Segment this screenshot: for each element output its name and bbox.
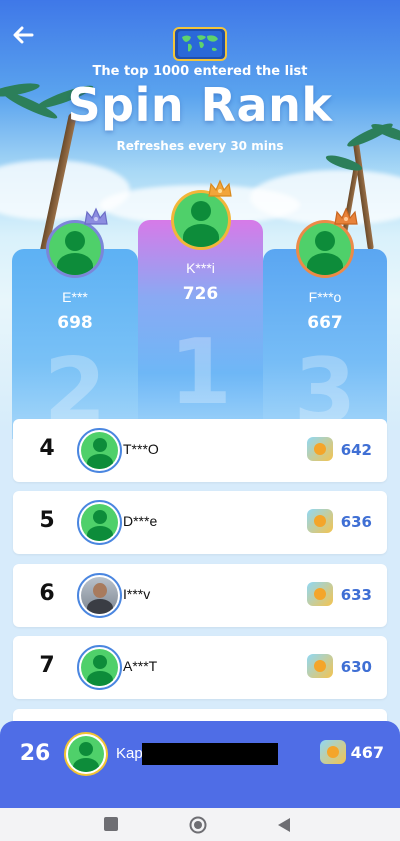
redaction-bar xyxy=(142,743,278,765)
recents-button[interactable] xyxy=(103,816,121,834)
avatar[interactable] xyxy=(64,732,108,776)
player-score: 633 xyxy=(340,586,372,604)
list-item[interactable]: 7 A***T 630 xyxy=(13,636,387,699)
player-name: A***T xyxy=(123,658,158,674)
default-avatar-icon xyxy=(49,223,101,275)
list-item[interactable]: 4 T***O 642 xyxy=(13,419,387,482)
avatar[interactable] xyxy=(77,573,122,618)
world-map-badge xyxy=(173,27,227,61)
player-score: 636 xyxy=(340,513,372,531)
my-name: Kap xyxy=(116,745,143,762)
podium-first[interactable]: K***i 726 1 xyxy=(138,220,263,439)
circle-icon xyxy=(189,816,207,834)
coin-chest-icon xyxy=(307,654,333,678)
coin-chest-icon xyxy=(320,740,346,764)
list-subtitle: The top 1000 entered the list xyxy=(92,64,308,79)
podium-score: 698 xyxy=(57,313,93,333)
default-avatar-icon xyxy=(81,504,118,541)
triangle-back-icon xyxy=(278,818,290,832)
world-map-icon xyxy=(178,31,222,57)
avatar[interactable] xyxy=(296,220,354,278)
default-avatar-icon xyxy=(81,649,118,686)
my-rank-number: 26 xyxy=(19,741,51,766)
player-name: I***v xyxy=(123,586,151,602)
back-nav-button[interactable] xyxy=(276,816,294,834)
rank-number: 6 xyxy=(39,581,55,606)
avatar[interactable] xyxy=(77,428,122,473)
my-rank-bar[interactable]: 26 Kap 467 xyxy=(0,721,400,808)
page-title: Spin Rank xyxy=(67,78,333,132)
coin-chest-icon xyxy=(307,437,333,461)
list-item[interactable]: 6 I***v 633 xyxy=(13,564,387,627)
list-item[interactable]: 5 D***e 636 xyxy=(13,491,387,554)
coin-chest-icon xyxy=(307,509,333,533)
podium-score: 667 xyxy=(307,313,343,333)
rank-number: 4 xyxy=(39,436,55,461)
player-name: D***e xyxy=(123,513,158,529)
default-avatar-icon xyxy=(174,193,228,247)
avatar[interactable] xyxy=(46,220,104,278)
coin-chest-icon xyxy=(307,582,333,606)
default-avatar-icon xyxy=(81,432,118,469)
default-avatar-icon xyxy=(68,736,104,772)
system-nav-bar xyxy=(0,808,400,841)
crown-icon xyxy=(208,179,232,197)
rank-number: 5 xyxy=(39,508,55,533)
crown-icon xyxy=(84,207,108,225)
podium-name: F***o xyxy=(308,289,342,305)
podium-name: E*** xyxy=(62,289,88,305)
rank-number: 7 xyxy=(39,653,55,678)
square-icon xyxy=(104,817,118,831)
podium-name: K***i xyxy=(186,260,215,276)
crown-icon xyxy=(334,207,358,225)
home-button[interactable] xyxy=(189,816,207,834)
default-avatar-icon xyxy=(299,223,351,275)
photo-avatar xyxy=(81,577,118,614)
podium-score: 726 xyxy=(182,284,219,304)
back-arrow-icon xyxy=(13,26,34,44)
my-score: 467 xyxy=(350,743,384,762)
player-name: T***O xyxy=(123,441,159,457)
avatar[interactable] xyxy=(77,645,122,690)
avatar[interactable] xyxy=(77,500,122,545)
player-score: 642 xyxy=(340,441,372,459)
podium-rank-digit: 1 xyxy=(169,320,232,425)
refresh-note: Refreshes every 30 mins xyxy=(116,139,284,153)
player-score: 630 xyxy=(340,658,372,676)
back-button[interactable] xyxy=(10,22,36,48)
